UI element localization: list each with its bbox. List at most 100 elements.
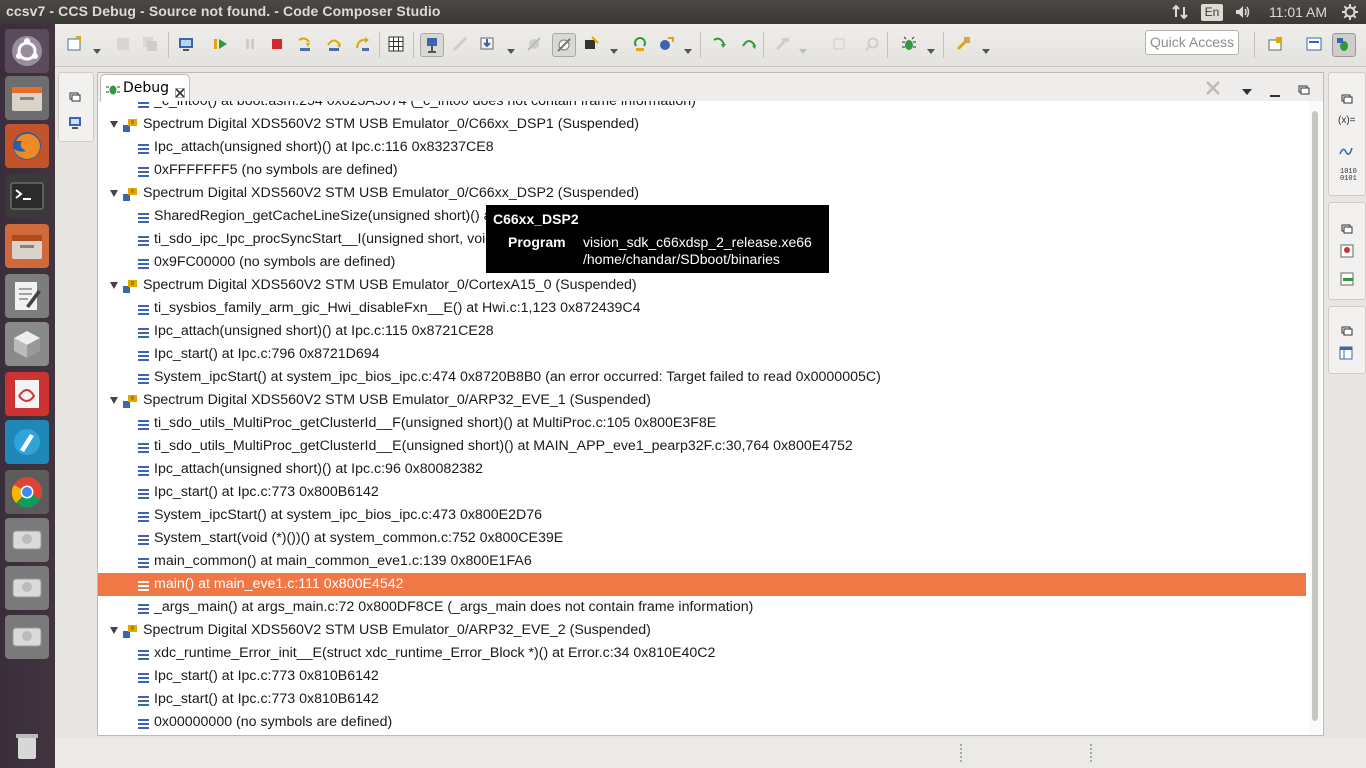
debug-view-icon[interactable]	[175, 33, 197, 55]
expand-toggle-icon[interactable]	[110, 121, 118, 128]
expand-toggle-icon[interactable]	[110, 190, 118, 197]
save-icon[interactable]	[112, 33, 134, 55]
resume-icon[interactable]	[209, 33, 231, 55]
text-editor-icon[interactable]	[5, 274, 49, 318]
new-dropdown-icon[interactable]	[93, 40, 101, 54]
quick-access-field[interactable]: Quick Access	[1145, 30, 1239, 55]
scrollbar-thumb[interactable]	[1312, 111, 1318, 721]
code-composer-studio-icon[interactable]	[5, 420, 49, 464]
variables-icon[interactable]: (x)=	[1338, 115, 1356, 126]
tree-row[interactable]: Spectrum Digital XDS560V2 STM USB Emulat…	[98, 389, 1306, 412]
tree-row[interactable]: 0x00000000 (no symbols are defined)	[98, 711, 1306, 734]
drive-2-icon[interactable]	[5, 566, 49, 610]
reset-dropdown-icon[interactable]	[610, 40, 618, 54]
tree-row[interactable]: ti_sdo_utils_MultiProc_getClusterId__E(u…	[98, 435, 1306, 458]
restore-right-1-icon[interactable]	[1341, 89, 1353, 108]
save-all-icon[interactable]	[139, 33, 161, 55]
load-program-icon[interactable]	[476, 33, 498, 55]
dash-home-icon[interactable]	[5, 29, 49, 73]
step-over-icon[interactable]	[323, 33, 345, 55]
maximize-icon[interactable]	[1298, 80, 1310, 99]
tree-row[interactable]: Ipc_start() at Ipc.c:773 0x810B6142	[98, 688, 1306, 711]
breakpoints-view-icon[interactable]	[1339, 271, 1355, 291]
vertical-scrollbar[interactable]	[1309, 101, 1321, 735]
run-to-dropdown-icon[interactable]	[684, 40, 692, 54]
hammer-disabled-icon[interactable]	[771, 33, 793, 55]
hammer-dropdown-icon[interactable]	[799, 40, 807, 54]
chrome-icon[interactable]	[5, 470, 49, 514]
assembly-step-into-icon[interactable]	[709, 33, 731, 55]
files-icon[interactable]	[5, 76, 49, 120]
tree-row[interactable]: Ipc_start() at Ipc.c:773 0x810B6142	[98, 665, 1306, 688]
drive-3-icon[interactable]	[5, 615, 49, 659]
search-disabled-icon[interactable]	[861, 33, 883, 55]
expand-toggle-icon[interactable]	[110, 627, 118, 634]
debug-bug-icon[interactable]	[898, 33, 920, 55]
clock[interactable]: 11:01 AM	[1266, 2, 1330, 22]
keyboard-language-indicator[interactable]: En	[1200, 2, 1224, 22]
step-return-icon[interactable]	[351, 33, 373, 55]
assembly-step-over-icon[interactable]	[738, 33, 760, 55]
remove-terminated-icon[interactable]	[1205, 80, 1221, 100]
suspend-icon[interactable]	[239, 33, 261, 55]
open-perspective-icon[interactable]	[1264, 33, 1286, 55]
disconnect-icon[interactable]	[449, 33, 471, 55]
tree-row[interactable]: Ipc_start() at Ipc.c:773 0x800B6142	[98, 481, 1306, 504]
tree-row[interactable]: Ipc_start() at Ipc.c:796 0x8721D694	[98, 343, 1306, 366]
network-icon[interactable]	[1170, 2, 1190, 22]
firefox-icon[interactable]	[5, 124, 49, 168]
tree-row[interactable]: System_ipcStart() at system_ipc_bios_ipc…	[98, 366, 1306, 389]
tree-row[interactable]: Spectrum Digital XDS560V2 STM USB Emulat…	[98, 619, 1306, 642]
terminate-icon[interactable]	[266, 33, 288, 55]
tree-row[interactable]: _c_int00() at boot.asm:254 0x823A5074 (_…	[98, 101, 1306, 113]
expand-toggle-icon[interactable]	[110, 282, 118, 289]
restore-right-2-icon[interactable]	[1341, 219, 1353, 238]
files-2-icon[interactable]	[5, 224, 49, 268]
restore-right-3-icon[interactable]	[1341, 321, 1353, 340]
software-center-icon[interactable]	[5, 322, 49, 366]
run-to-icon[interactable]	[655, 33, 677, 55]
editor-area-icon[interactable]	[1339, 345, 1353, 364]
close-icon[interactable]	[175, 83, 185, 102]
view-menu-icon[interactable]	[1242, 82, 1252, 101]
tree-row[interactable]: 0xFFFFFFF5 (no symbols are defined)	[98, 159, 1306, 182]
tree-row[interactable]: Ipc_attach(unsigned short)() at Ipc.c:96…	[98, 458, 1306, 481]
tree-row[interactable]: main_common() at main_common_eve1.c:139 …	[98, 550, 1306, 573]
chip-reset-icon[interactable]	[580, 33, 602, 55]
registers-icon[interactable]: 1010 0101	[1340, 169, 1357, 183]
document-viewer-icon[interactable]	[5, 372, 49, 416]
copy-disabled-icon[interactable]	[828, 33, 850, 55]
settings-gear-icon[interactable]	[1341, 2, 1359, 22]
debug-dropdown-icon[interactable]	[927, 40, 935, 54]
new-icon[interactable]	[63, 33, 85, 55]
volume-icon[interactable]	[1233, 2, 1253, 22]
tree-row[interactable]: Spectrum Digital XDS560V2 STM USB Emulat…	[98, 274, 1306, 297]
tree-row[interactable]: System_start(void (*)())() at system_com…	[98, 527, 1306, 550]
expressions-icon[interactable]	[1338, 143, 1354, 162]
flash-icon[interactable]	[952, 33, 974, 55]
step-into-icon[interactable]	[294, 33, 316, 55]
drive-1-icon[interactable]	[5, 518, 49, 562]
tree-row[interactable]: ti_sysbios_family_arm_gic_Hwi_disableFxn…	[98, 297, 1306, 320]
expand-toggle-icon[interactable]	[110, 397, 118, 404]
restart-icon[interactable]	[629, 33, 651, 55]
trash-icon[interactable]	[5, 724, 49, 768]
breakpoint-icon[interactable]	[523, 33, 545, 55]
tree-row[interactable]: Ipc_attach(unsigned short)() at Ipc.c:11…	[98, 320, 1306, 343]
tree-row[interactable]: ti_sdo_utils_MultiProc_getClusterId__F(u…	[98, 412, 1306, 435]
outline-icon[interactable]	[1339, 243, 1355, 263]
tree-row[interactable]: Ipc_attach(unsigned short)() at Ipc.c:11…	[98, 136, 1306, 159]
tree-row[interactable]: System_ipcStart() at system_ipc_bios_ipc…	[98, 504, 1306, 527]
console-icon[interactable]	[68, 115, 82, 134]
skip-breakpoints-icon[interactable]	[552, 33, 576, 57]
restore-icon[interactable]	[69, 87, 81, 106]
terminal-icon[interactable]	[5, 174, 49, 218]
tab-debug[interactable]: Debug	[100, 74, 190, 102]
ccs-edit-perspective-icon[interactable]	[1303, 33, 1325, 55]
memory-browser-icon[interactable]	[385, 33, 407, 55]
ccs-debug-perspective-icon[interactable]	[1332, 33, 1356, 57]
tree-row[interactable]: _args_main() at args_main.c:72 0x800DF8C…	[98, 596, 1306, 619]
tree-row-selected[interactable]: main() at main_eve1.c:111 0x800E4542	[98, 573, 1306, 596]
tree-row[interactable]: Spectrum Digital XDS560V2 STM USB Emulat…	[98, 113, 1306, 136]
tree-row[interactable]: xdc_runtime_Error_init__E(struct xdc_run…	[98, 642, 1306, 665]
